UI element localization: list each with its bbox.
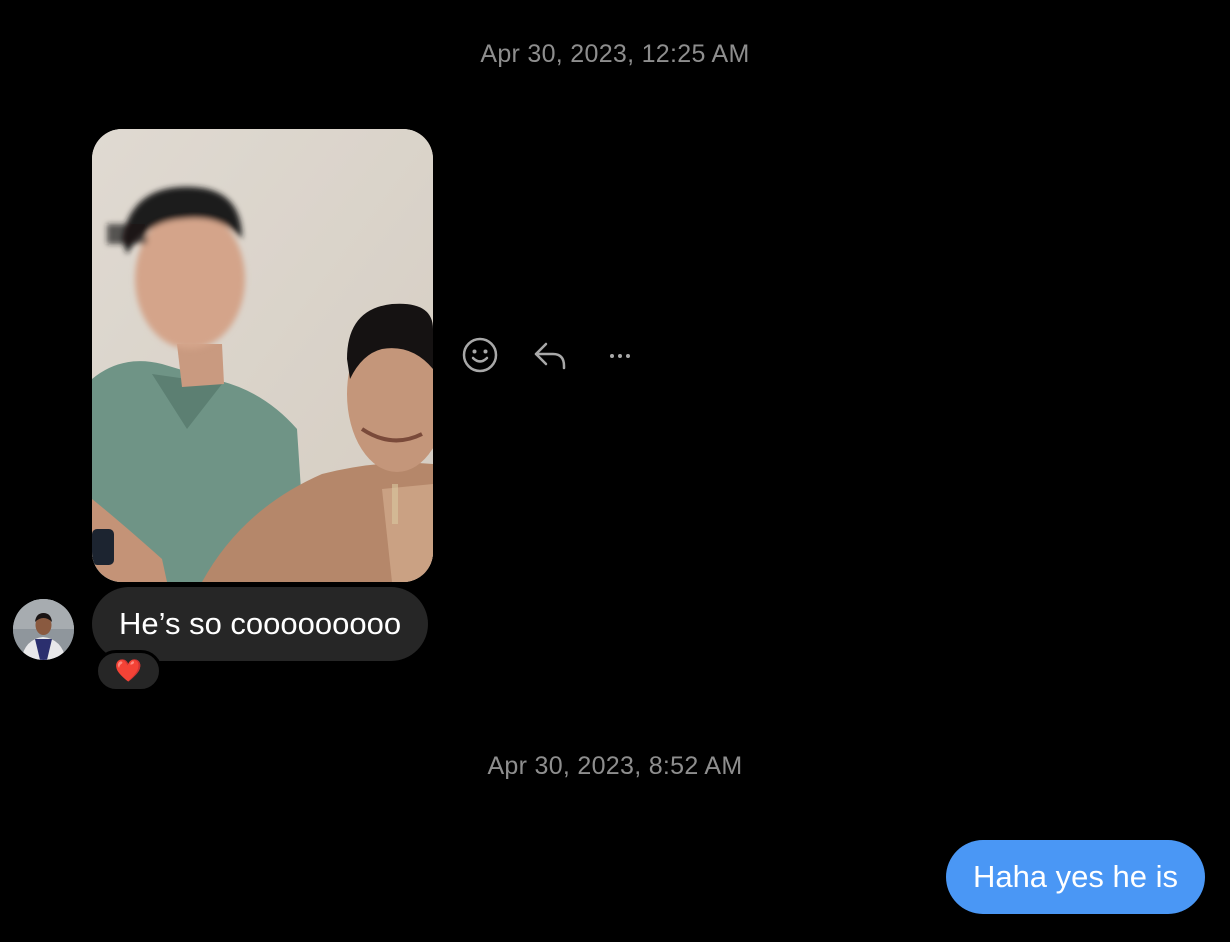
heart-reaction[interactable]: ❤️ xyxy=(95,650,162,692)
timestamp: Apr 30, 2023, 12:25 AM xyxy=(480,40,750,68)
photo-message[interactable] xyxy=(92,129,433,582)
avatar-image xyxy=(13,599,74,660)
message-actions xyxy=(460,335,640,375)
timestamp: Apr 30, 2023, 8:52 AM xyxy=(487,752,743,780)
more-dots-icon xyxy=(610,354,630,358)
smiley-icon xyxy=(462,337,498,373)
outgoing-message-bubble[interactable]: Haha yes he is xyxy=(945,840,1205,914)
reply-button[interactable] xyxy=(530,335,570,375)
avatar[interactable] xyxy=(13,599,74,660)
reply-arrow-icon xyxy=(534,342,566,370)
more-button[interactable] xyxy=(600,335,640,375)
heart-icon: ❤️ xyxy=(114,658,143,683)
react-button[interactable] xyxy=(460,335,500,375)
photo-image xyxy=(92,129,433,582)
message-thread: Apr 30, 2023, 12:25 AM He’s so coooooooo… xyxy=(0,0,1230,942)
